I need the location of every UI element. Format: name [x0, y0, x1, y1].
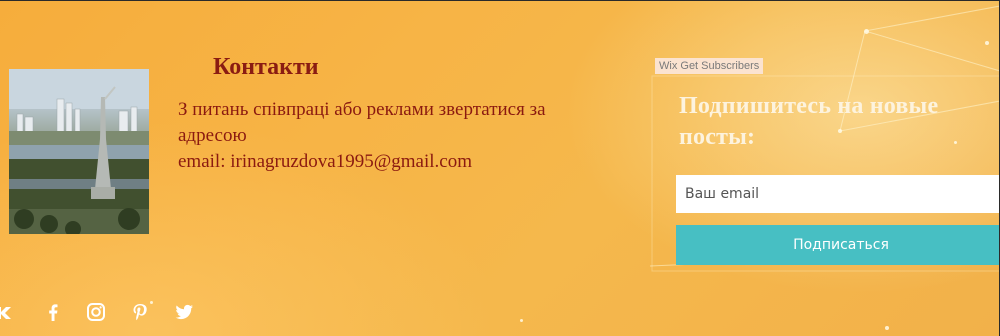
kyiv-city-photo [9, 69, 149, 234]
sparkle [520, 319, 523, 322]
contacts-text: З питань співпраці або реклами звертатис… [178, 97, 618, 175]
sparkle [864, 29, 869, 34]
contacts-cooperation-text: З питань співпраці або реклами звертатис… [178, 99, 546, 146]
footer-section: Контакти З питань співпраці або реклами … [0, 0, 1000, 336]
vk-icon[interactable] [0, 301, 14, 323]
subscribe-title: Подпишитесь на новые посты: [679, 93, 939, 150]
contacts-title: Контакти [213, 54, 319, 80]
sparkle [985, 41, 989, 45]
instagram-icon[interactable] [85, 301, 107, 323]
twitter-icon[interactable] [173, 301, 195, 323]
email-input[interactable] [676, 175, 999, 213]
facebook-icon[interactable] [42, 301, 64, 323]
subscribe-button[interactable]: Подписаться [676, 225, 999, 265]
contacts-email-text: email: irinagruzdova1995@gmail.com [178, 151, 472, 172]
wix-get-subscribers-badge: Wix Get Subscribers [655, 58, 764, 74]
pinterest-icon[interactable] [129, 301, 151, 323]
sparkle [885, 326, 889, 330]
